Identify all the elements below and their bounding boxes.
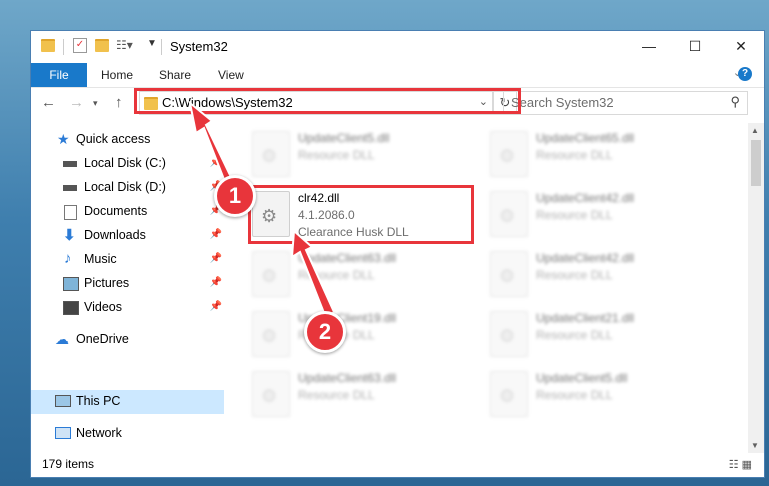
step-marker-1: 1 bbox=[214, 175, 256, 217]
annotation-arrows bbox=[188, 100, 336, 320]
arrow-to-file bbox=[290, 228, 336, 320]
step-marker-2: 2 bbox=[304, 311, 346, 353]
